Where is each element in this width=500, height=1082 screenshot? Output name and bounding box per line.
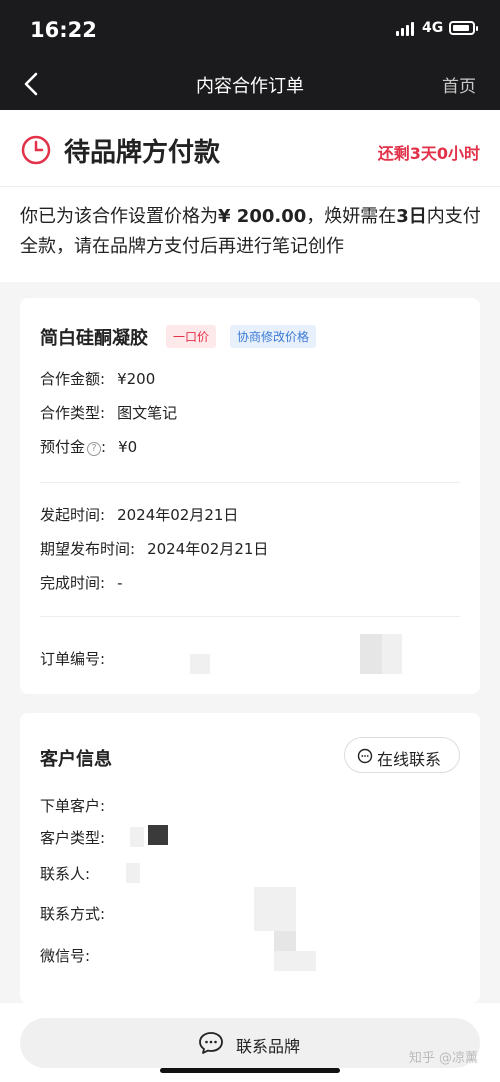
redacted-customer-type [148, 825, 168, 845]
order-state-section: 待品牌方付款 还剩3天0小时 你已为该合作设置价格为¥ 200.00，焕妍需在3… [0, 110, 500, 282]
online-contact-label: 在线联系 [377, 750, 442, 769]
chat-bubble-icon [198, 1031, 224, 1055]
finish-value: - [117, 574, 123, 592]
product-card: 简白硅酮凝胶 一口价 协商修改价格 合作金额: ¥200 合作类型: 图文笔记 预付… [20, 298, 480, 694]
order-state-title: 待品牌方付款 [64, 138, 221, 168]
divider [40, 616, 460, 617]
negotiate-price-tag[interactable]: 协商修改价格 [230, 325, 317, 348]
expect-row: 期望发布时间: 2024年02月21日 [40, 538, 268, 559]
contact-brand-label: 联系品牌 [236, 1037, 301, 1056]
watermark: 知乎 @凉薰 [408, 1051, 478, 1066]
start-value: 2024年02月21日 [117, 506, 239, 524]
start-row: 发起时间: 2024年02月21日 [40, 504, 238, 525]
remaining-time: 还剩3天0小时 [377, 144, 480, 163]
amount-value: ¥200 [117, 370, 156, 388]
page-title: 内容合作订单 [196, 76, 304, 97]
redacted-customer-type [130, 827, 144, 847]
redacted-order-no [382, 634, 402, 674]
redacted-wechat [274, 951, 316, 971]
fixed-price-tag: 一口价 [166, 325, 217, 348]
home-link[interactable]: 首页 [442, 72, 476, 97]
type-label: 合作类型: [40, 404, 106, 422]
prepay-label: 预付金 [40, 438, 86, 456]
start-label: 发起时间: [40, 506, 106, 524]
wechat-label: 微信号: [40, 947, 91, 965]
customer-type-label: 客户类型: [40, 829, 106, 847]
amount-label: 合作金额: [40, 370, 106, 388]
orderer-row: 下单客户: [40, 795, 105, 816]
online-contact-button[interactable]: 在线联系 [344, 737, 460, 773]
note-price: ¥ 200.00 [218, 206, 307, 227]
order-state-header: 待品牌方付款 还剩3天0小时 [20, 130, 480, 170]
battery-icon [449, 21, 478, 35]
product-name: 简白硅酮凝胶 [40, 328, 148, 349]
redacted-order-no [360, 634, 382, 656]
divider [0, 186, 500, 187]
divider [40, 482, 460, 483]
note-text: ，焕妍需在 [306, 206, 397, 227]
bottom-bar: 联系品牌 知乎 @凉薰 [0, 1003, 500, 1082]
contact-person-label: 联系人: [40, 865, 91, 883]
orderer-label: 下单客户: [40, 797, 106, 815]
nav-bar: 内容合作订单 首页 [0, 58, 500, 110]
payment-note: 你已为该合作设置价格为¥ 200.00，焕妍需在3日内支付全款，请在品牌方支付后… [20, 202, 482, 262]
prepay-value: ¥0 [118, 438, 138, 456]
note-days: 3日 [396, 206, 427, 227]
wechat-row: 微信号: [40, 945, 90, 966]
type-row: 合作类型: 图文笔记 [40, 402, 177, 423]
redacted-contact-method [274, 931, 296, 951]
customer-info-title: 客户信息 [40, 749, 112, 770]
customer-type-row: 客户类型: [40, 827, 105, 848]
customer-card: 客户信息 在线联系 下单客户: 客户类型: 联系人: 联系方式: 微信号: [20, 713, 480, 1003]
network-type: 4G [422, 20, 444, 36]
top-bar: 16:22 4G 内容合作订单 首页 [0, 0, 500, 110]
chat-bubble-icon [357, 748, 373, 764]
redacted-order-no [360, 656, 382, 674]
type-value: 图文笔记 [117, 404, 178, 422]
order-no-label: 订单编号: [40, 650, 106, 668]
redacted-order-no [190, 654, 210, 674]
prepay-row: 预付金?: ¥0 [40, 438, 138, 456]
signal-icon [396, 22, 416, 36]
redacted-contact-method [254, 887, 296, 931]
expect-value: 2024年02月21日 [147, 540, 269, 558]
amount-row: 合作金额: ¥200 [40, 368, 155, 389]
help-icon[interactable]: ? [87, 442, 102, 456]
contact-method-row: 联系方式: [40, 903, 105, 924]
note-text: 你已为该合作设置价格为 [20, 206, 218, 227]
status-time: 16:22 [30, 18, 97, 42]
finish-label: 完成时间: [40, 574, 106, 592]
home-indicator[interactable] [160, 1068, 340, 1073]
finish-row: 完成时间: - [40, 572, 122, 593]
expect-label: 期望发布时间: [40, 540, 136, 558]
contact-person-row: 联系人: [40, 863, 90, 884]
order-no-row: 订单编号: [40, 648, 105, 669]
redacted-contact-person [126, 863, 140, 883]
clock-icon [20, 134, 52, 166]
contact-method-label: 联系方式: [40, 905, 106, 923]
status-bar: 16:22 4G [0, 0, 500, 58]
